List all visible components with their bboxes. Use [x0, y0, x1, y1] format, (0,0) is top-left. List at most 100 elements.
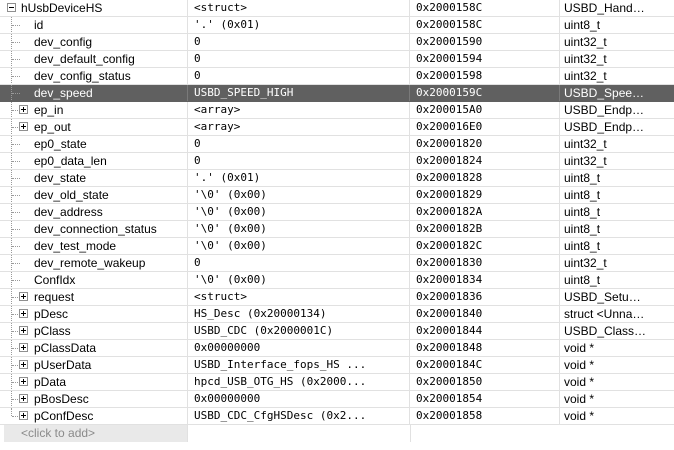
tree-connector-branch — [12, 144, 20, 145]
value-cell[interactable]: 0 — [188, 136, 410, 152]
watch-row-dev-default-config[interactable]: dev_default_config 0 0x20001594 uint32_t — [0, 51, 674, 68]
value-cell[interactable]: USBD_CDC_CfgHSDesc (0x2... — [188, 408, 410, 424]
click-to-add-field[interactable]: <click to add> — [4, 425, 187, 442]
watch-row-request[interactable]: request <struct> 0x20001836 USBD_Setu… — [0, 289, 674, 306]
expression-name: pConfDesc — [34, 409, 94, 423]
value-cell[interactable]: USBD_CDC (0x2000001C) — [188, 323, 410, 339]
expression-cell[interactable]: pDesc — [0, 306, 188, 322]
expression-cell[interactable]: pBosDesc — [0, 391, 188, 407]
location-cell: 0x20001854 — [410, 391, 560, 407]
value-cell[interactable]: USBD_SPEED_HIGH — [188, 85, 410, 101]
expression-cell[interactable]: dev_address — [0, 204, 188, 220]
watch-row-dev-test-mode[interactable]: dev_test_mode '\0' (0x00) 0x2000182C uint8_… — [0, 238, 674, 255]
tree-connector-branch — [12, 314, 18, 315]
watch-row-pbosdesc[interactable]: pBosDesc 0x00000000 0x20001854 void * — [0, 391, 674, 408]
expand-icon[interactable] — [19, 377, 28, 386]
value-cell[interactable]: 0 — [188, 255, 410, 271]
location-cell: 0x20001848 — [410, 340, 560, 356]
expression-cell[interactable]: ep0_state — [0, 136, 188, 152]
watch-row-ep0-data-len[interactable]: ep0_data_len 0 0x20001824 uint32_t — [0, 153, 674, 170]
expand-icon[interactable] — [19, 105, 28, 114]
value-cell[interactable]: <struct> — [188, 0, 410, 16]
tree-connector-branch — [12, 399, 18, 400]
watch-row-ep0-state[interactable]: ep0_state 0 0x20001820 uint32_t — [0, 136, 674, 153]
watch-row-dev-speed[interactable]: dev_speed USBD_SPEED_HIGH 0x2000159C USBD_S… — [0, 85, 674, 102]
watch-row-husbdevicehs[interactable]: hUsbDeviceHS <struct> 0x2000158C USBD_Hand… — [0, 0, 674, 17]
expression-cell[interactable]: pConfDesc — [0, 408, 188, 424]
value-cell[interactable]: <struct> — [188, 289, 410, 305]
value-cell[interactable]: 0x00000000 — [188, 391, 410, 407]
expression-cell[interactable]: ep_out — [0, 119, 188, 135]
watch-row-ep-in[interactable]: ep_in <array> 0x200015A0 USBD_Endp… — [0, 102, 674, 119]
expand-icon[interactable] — [19, 343, 28, 352]
value-cell[interactable]: 0 — [188, 68, 410, 84]
location-cell: 0x20001830 — [410, 255, 560, 271]
watch-row-pclassdata[interactable]: pClassData 0x00000000 0x20001848 void * — [0, 340, 674, 357]
value-cell[interactable]: HS_Desc (0x20000134) — [188, 306, 410, 322]
expression-cell[interactable]: dev_config_status — [0, 68, 188, 84]
expression-cell[interactable]: request — [0, 289, 188, 305]
value-cell[interactable]: '.' (0x01) — [188, 17, 410, 33]
watch-row-dev-state[interactable]: dev_state '.' (0x01) 0x20001828 uint8_t — [0, 170, 674, 187]
type-cell: USBD_Spee… — [564, 86, 645, 100]
type-cell: void * — [564, 375, 595, 389]
expression-cell[interactable]: hUsbDeviceHS — [0, 0, 188, 16]
expression-cell[interactable]: id — [0, 17, 188, 33]
watch-row-dev-config-status[interactable]: dev_config_status 0 0x20001598 uint32_t — [0, 68, 674, 85]
watch-row-dev-config[interactable]: dev_config 0 0x20001590 uint32_t — [0, 34, 674, 51]
expand-icon[interactable] — [19, 309, 28, 318]
expression-cell[interactable]: ConfIdx — [0, 272, 188, 288]
expand-icon[interactable] — [19, 411, 28, 420]
expression-cell[interactable]: ep_in — [0, 102, 188, 118]
watch-row-id[interactable]: id '.' (0x01) 0x2000158C uint8_t — [0, 17, 674, 34]
expression-cell[interactable]: dev_config — [0, 34, 188, 50]
value-cell[interactable]: 0 — [188, 153, 410, 169]
expand-icon[interactable] — [19, 360, 28, 369]
expression-cell[interactable]: ep0_data_len — [0, 153, 188, 169]
watch-row-dev-old-state[interactable]: dev_old_state '\0' (0x00) 0x20001829 uint8_… — [0, 187, 674, 204]
expand-icon[interactable] — [19, 326, 28, 335]
watch-row-puserdata[interactable]: pUserData USBD_Interface_fops_HS ... 0x200… — [0, 357, 674, 374]
location-cell: 0x2000184C — [410, 357, 560, 373]
value-cell[interactable]: '.' (0x01) — [188, 170, 410, 186]
type-cell: void * — [564, 392, 595, 406]
expression-cell[interactable]: dev_connection_status — [0, 221, 188, 237]
expression-cell[interactable]: pClass — [0, 323, 188, 339]
expand-icon[interactable] — [19, 394, 28, 403]
watch-row-confidx[interactable]: ConfIdx '\0' (0x00) 0x20001834 uint8_t — [0, 272, 674, 289]
value-cell[interactable]: 0 — [188, 51, 410, 67]
value-cell[interactable]: 0 — [188, 34, 410, 50]
add-row[interactable]: <click to add> — [0, 425, 674, 442]
expression-cell[interactable]: dev_speed — [0, 85, 188, 101]
value-cell[interactable]: '\0' (0x00) — [188, 187, 410, 203]
watch-row-dev-address[interactable]: dev_address '\0' (0x00) 0x2000182A uint8_t — [0, 204, 674, 221]
expression-cell[interactable]: dev_default_config — [0, 51, 188, 67]
expression-cell[interactable]: pUserData — [0, 357, 188, 373]
expression-cell[interactable]: dev_remote_wakeup — [0, 255, 188, 271]
value-cell[interactable]: '\0' (0x00) — [188, 204, 410, 220]
watch-row-pconfdesc[interactable]: pConfDesc USBD_CDC_CfgHSDesc (0x2... 0x200… — [0, 408, 674, 425]
watch-row-dev-connection-status[interactable]: dev_connection_status '\0' (0x00) 0x200018… — [0, 221, 674, 238]
expression-cell[interactable]: dev_state — [0, 170, 188, 186]
location-cell: 0x2000158C — [410, 17, 560, 33]
value-cell[interactable]: <array> — [188, 102, 410, 118]
value-cell[interactable]: '\0' (0x00) — [188, 238, 410, 254]
collapse-icon[interactable] — [7, 3, 16, 12]
watch-row-ep-out[interactable]: ep_out <array> 0x200016E0 USBD_Endp… — [0, 119, 674, 136]
value-cell[interactable]: hpcd_USB_OTG_HS (0x2000... — [188, 374, 410, 390]
value-cell[interactable]: USBD_Interface_fops_HS ... — [188, 357, 410, 373]
watch-row-pdesc[interactable]: pDesc HS_Desc (0x20000134) 0x20001840 struc… — [0, 306, 674, 323]
value-cell[interactable]: 0x00000000 — [188, 340, 410, 356]
value-cell[interactable]: <array> — [188, 119, 410, 135]
expression-cell[interactable]: dev_test_mode — [0, 238, 188, 254]
expression-cell[interactable]: pClassData — [0, 340, 188, 356]
expression-cell[interactable]: dev_old_state — [0, 187, 188, 203]
value-cell[interactable]: '\0' (0x00) — [188, 221, 410, 237]
expression-cell[interactable]: pData — [0, 374, 188, 390]
watch-row-dev-remote-wakeup[interactable]: dev_remote_wakeup 0 0x20001830 uint32_t — [0, 255, 674, 272]
expand-icon[interactable] — [19, 122, 28, 131]
expand-icon[interactable] — [19, 292, 28, 301]
watch-row-pdata[interactable]: pData hpcd_USB_OTG_HS (0x2000... 0x2000185… — [0, 374, 674, 391]
value-cell[interactable]: '\0' (0x00) — [188, 272, 410, 288]
watch-row-pclass[interactable]: pClass USBD_CDC (0x2000001C) 0x20001844 USB… — [0, 323, 674, 340]
